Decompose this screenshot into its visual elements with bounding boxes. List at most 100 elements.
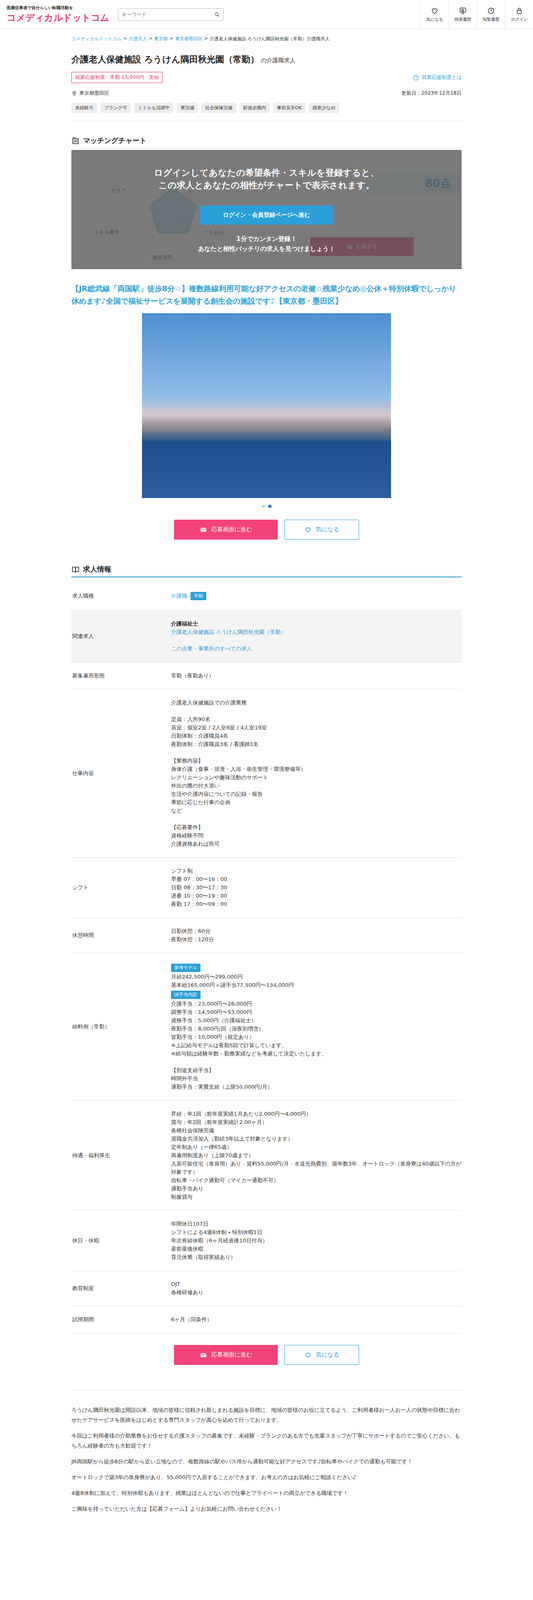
search-input[interactable] [121,11,212,18]
breadcrumb-link[interactable]: 東京都 [154,35,168,42]
row-value: 昇給：年1回（前年度実績1月あたり2,000円〜4,000円）賞与：年2回（前年… [171,1109,462,1201]
row-value: 日勤休憩：60分夜勤休憩：120分 [171,926,462,944]
support-link[interactable]: 就業応援制度とは [412,73,462,81]
tag: 社会保険完備 [201,102,237,113]
tag: 残業少なめ [308,102,340,113]
spacer [171,706,462,715]
value-text: 介護資格あれば尚可 [171,839,462,848]
value-link[interactable]: 介護老人保健施設 ろうけん隅田秋光園（常勤） [171,627,462,636]
promo-text: 1分でカンタン登録！ [198,233,335,244]
carousel-dot[interactable] [268,504,272,508]
row-value: OJT各種研修あり [171,1279,462,1296]
overlay-text: ログインしてあなたの希望条件・スキルを登録すると、 [154,166,379,179]
apply-text: 応募画面に進む [211,1350,252,1358]
value-text: 制服貸与 [171,1192,462,1201]
row-value: シフト制早番 07：00〜16：00日勤 08：30〜17：30遅番 10：00… [171,866,462,908]
value-text: シフト制 [171,866,462,875]
spacer [171,814,462,823]
help-icon [412,74,420,81]
description-paragraph: ろうけん隅田秋光園は開設以来、地域の皆様に信頼され親しまれる施設を目標に、地域の… [71,1404,462,1425]
facility-photo [141,312,392,498]
updated-date: 更新日：2023年12月18日 [401,89,462,97]
value-text: 基本給165,000円＋諸手当77,500円〜134,000円 [171,980,462,989]
value-text: 居室：個室2室 / 2人室6室 / 4人室19室 [171,723,462,732]
value-badge: 諸手当内訳 [171,989,462,999]
description-paragraph: 今回はご利用者様の介助業務をお任せする介護スタッフの募集です。未経験・ブランクの… [71,1430,462,1450]
search-history-icon [458,6,467,15]
login-button[interactable]: ログイン・会員登録ページへ進む [200,205,333,225]
link-text[interactable]: 介護職 [171,592,188,599]
tag: ミドルも活躍中 [134,102,174,113]
carousel-dot[interactable] [261,504,265,508]
value-text: 夜勤休憩：120分 [171,934,462,944]
value-text: 資格手当：5,000円（介護福祉士） [171,1015,462,1025]
value-text: ※上記給与モデルは夜勤5回で計算しています。 [171,1040,462,1049]
value-text: 日勤休憩：60分 [171,926,462,935]
support-badge: 就業応援制度 常勤 15,000円 支給 [71,71,163,84]
job-info-table: 求人職種介護職常勤関連求人 介護福祉士介護老人保健施設 ろうけん隅田秋光園（常勤）… [71,581,462,1333]
row-label: 募集雇用形態 [71,671,172,680]
row-value: 6ヶ月（同条件） [171,1314,462,1323]
tag: 駅徒歩圏内 [239,102,270,113]
value-text: 資格経験不問 [171,831,462,840]
value-text: 夜勤体制：介護職員3名 / 看護師1名 [171,739,462,749]
value-text: 【応募要件】 [171,822,462,832]
value-text: 時間外手当 [171,1073,462,1083]
mail-icon [199,525,208,533]
apply-button[interactable]: 応募画面に進む [173,1344,278,1365]
value-bold: 介護福祉士 [171,619,462,628]
spacer [171,635,462,645]
row-label: 教育制度 [71,1283,172,1292]
table-row: 教育制度OJT各種研修あり [71,1270,462,1306]
nav-item[interactable]: ログイン [504,0,533,30]
value-text: 遅番 10：00〜19：00 [171,891,462,900]
apply-button[interactable]: 応募画面に進む [173,519,278,540]
login-overlay: ログインしてあなたの希望条件・スキルを登録すると、この求人とあなたの相性がチャー… [71,149,462,269]
lock-icon [515,6,524,15]
logo[interactable]: 医療従事者で自分らしい転職活動をコメディカルドットコム [6,4,111,25]
value-text: 通勤手当：実費支給（上限50,000円/月） [171,1082,462,1091]
value-text: 【別途支給手当】 [171,1065,462,1074]
value-text: 育児休業（取得実績あり） [171,1252,462,1261]
nav-item[interactable]: 検索履歴 [448,0,477,30]
breadcrumb-link[interactable]: 東京都墨田区 [175,35,203,42]
favorite-button[interactable]: 気になる [284,519,360,540]
value-text: 賞与：年2回（前年度実績計2.00ヶ月） [171,1117,462,1126]
description-paragraph: オートロックで築3年の単身寮があり、55,000円で入居することができます。お考… [71,1471,462,1482]
breadcrumb-link[interactable]: コメディカルドットコム [71,35,122,42]
action-buttons: 応募画面に進む 気になる [71,1344,462,1365]
link-text[interactable]: 介護老人保健施設 ろうけん隅田秋光園（常勤） [171,628,287,635]
breadcrumb-current: 介護老人保健施設 ろうけん隅田秋光園（常勤）介護職求人 [209,35,331,42]
value-text: 夜勤手当：8,000円/回（深夜割増含） [171,1024,462,1033]
table-row: 募集雇用形態常勤（夜勤あり） [71,662,462,690]
nav-item[interactable]: 閲覧履歴 [476,0,505,30]
clock-icon [486,6,496,15]
breadcrumb-separator: > [169,35,174,42]
table-row: 待遇・福利厚生昇給：年1回（前年度実績1月あたり2,000円〜4,000円）賞与… [71,1100,462,1211]
value-link[interactable]: 介護職 [171,591,188,600]
location-row: 東京都墨田区更新日：2023年12月18日 [71,89,462,97]
row-label: 関連求人 [71,632,172,640]
description: ろうけん隅田秋光園は開設以来、地域の皆様に信頼され親しまれる施設を目標に、地域の… [71,1388,462,1514]
table-row: 求人職種介護職常勤 [71,581,462,611]
row-label: シフト [71,883,172,891]
carousel-dots [71,504,462,508]
job-title: 介護老人保健施設 ろうけん隅田秋光園（常勤）の介護職求人 [71,53,462,66]
spacer [171,1057,462,1066]
support-row: 就業応援制度 常勤 15,000円 支給 就業応援制度とは [71,71,462,84]
link-text[interactable]: この企業・事業所のすべての求人 [171,645,252,652]
value-text: 外出の際の付き添い [171,781,462,790]
favorite-button[interactable]: 気になる [284,1344,360,1365]
nav-item[interactable]: 気になる [420,0,449,30]
row-label: 休憩時間 [71,931,172,939]
value-link[interactable]: この企業・事業所のすべての求人 [171,644,462,653]
site-header: 医療従事者で自分らしい転職活動をコメディカルドットコム 気になる検索履歴閲覧履歴ロ… [0,0,533,30]
row-label: 休日・休暇 [71,1236,172,1244]
row-value: 常勤（夜勤あり） [171,671,462,680]
job-info-heading-text: 求人情報 [83,564,112,574]
description-paragraph: 4週8休制に加えて、特別休暇もあります。残業はほとんどないので仕事とプライベート… [71,1487,462,1498]
value-text: 季節に応じた行事の企画 [171,797,462,807]
breadcrumb-link[interactable]: 介護求人 [128,35,147,42]
promo-text: あなたと相性バッチリの求人を見つけましょう！ [198,243,335,254]
value-text: 【業務内容】 [171,756,462,765]
